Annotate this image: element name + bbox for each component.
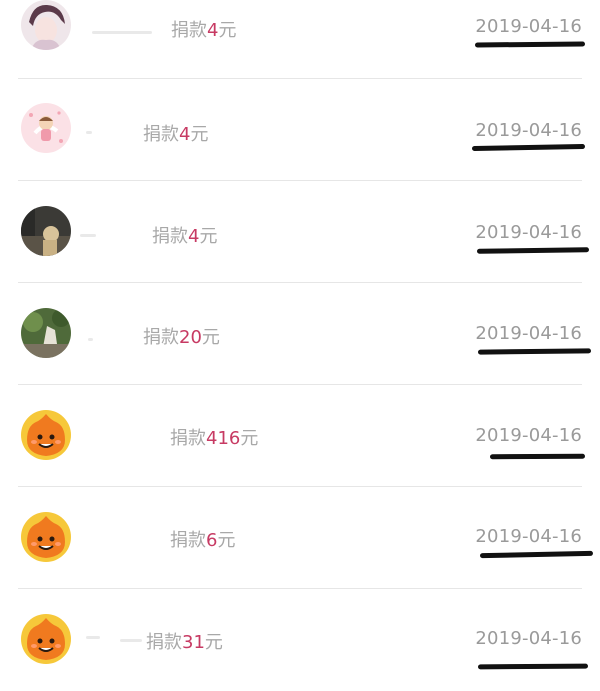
redaction-mark — [489, 453, 586, 460]
list-item[interactable]: 捐款4元 2019-04-16 — [0, 181, 600, 283]
donation-label: 捐款 — [143, 124, 179, 145]
donation-label: 捐款 — [170, 530, 206, 551]
list-item[interactable]: 捐款6元 2019-04-16 — [0, 487, 600, 589]
list-item[interactable]: 捐款4元 2019-04-16 — [0, 79, 600, 181]
redaction-mark — [476, 247, 590, 254]
donation-label: 捐款 — [152, 226, 188, 247]
name-redacted — [88, 338, 93, 341]
donation-date: 2019-04-16 — [475, 425, 582, 446]
donation-amount: 20 — [179, 327, 202, 348]
donation-date: 2019-04-16 — [475, 222, 582, 243]
donation-amount: 6 — [206, 530, 218, 551]
donation-date: 2019-04-16 — [475, 120, 582, 141]
donation-unit: 元 — [204, 632, 223, 653]
donation-unit: 元 — [199, 226, 218, 247]
donation-list: 捐款4元 2019-04-16 捐款4元 2019-04-16 捐款4元 201… — [0, 0, 600, 678]
donation-unit: 元 — [190, 124, 209, 145]
list-item[interactable]: 捐款20元 2019-04-16 — [0, 283, 600, 385]
donation-date: 2019-04-16 — [475, 526, 582, 547]
nature-photo-avatar-icon — [21, 308, 71, 358]
list-item[interactable]: 捐款4元 2019-04-16 — [0, 0, 600, 77]
name-redacted — [80, 234, 96, 237]
avatar — [21, 614, 71, 664]
donation-text: 捐款4元 — [171, 16, 236, 42]
donation-text: 捐款4元 — [143, 120, 208, 146]
list-item[interactable]: 捐款416元 2019-04-16 — [0, 385, 600, 487]
avatar — [21, 206, 71, 256]
donation-text: 捐款31元 — [146, 628, 223, 654]
redaction-mark — [471, 144, 586, 151]
avatar — [21, 410, 71, 460]
donation-text: 捐款6元 — [170, 526, 235, 552]
donation-unit: 元 — [218, 20, 237, 41]
donation-text: 捐款20元 — [143, 323, 220, 349]
donation-amount: 4 — [188, 226, 200, 247]
donation-amount: 416 — [206, 428, 241, 449]
name-redacted — [86, 131, 92, 134]
donation-date: 2019-04-16 — [475, 16, 582, 37]
orange-mascot-avatar-icon — [21, 410, 71, 460]
name-redacted — [120, 639, 142, 642]
donation-label: 捐款 — [170, 428, 206, 449]
avatar — [21, 0, 71, 50]
avatar — [21, 512, 71, 562]
name-redacted — [92, 31, 152, 34]
redaction-mark — [479, 550, 594, 559]
donation-text: 捐款416元 — [170, 424, 258, 450]
donation-label: 捐款 — [171, 20, 207, 41]
donation-date: 2019-04-16 — [475, 628, 582, 649]
orange-mascot-avatar-icon — [21, 512, 71, 562]
donation-amount: 31 — [182, 632, 205, 653]
avatar — [21, 308, 71, 358]
list-item[interactable]: 捐款31元 2019-04-16 — [0, 589, 600, 691]
anime-girl-avatar-icon — [21, 0, 71, 50]
dark-photo-avatar-icon — [21, 206, 71, 256]
orange-mascot-avatar-icon — [21, 614, 71, 664]
donation-unit: 元 — [217, 530, 236, 551]
name-redacted — [86, 636, 100, 639]
redaction-mark — [477, 348, 592, 355]
donation-label: 捐款 — [146, 632, 182, 653]
donation-label: 捐款 — [143, 327, 179, 348]
donation-date: 2019-04-16 — [475, 323, 582, 344]
pink-cartoon-avatar-icon — [21, 103, 71, 153]
redaction-mark — [474, 41, 586, 48]
redaction-mark — [477, 663, 589, 670]
donation-unit: 元 — [240, 428, 259, 449]
donation-amount: 4 — [179, 124, 191, 145]
avatar — [21, 103, 71, 153]
donation-unit: 元 — [201, 327, 220, 348]
donation-text: 捐款4元 — [152, 222, 217, 248]
donation-amount: 4 — [207, 20, 219, 41]
